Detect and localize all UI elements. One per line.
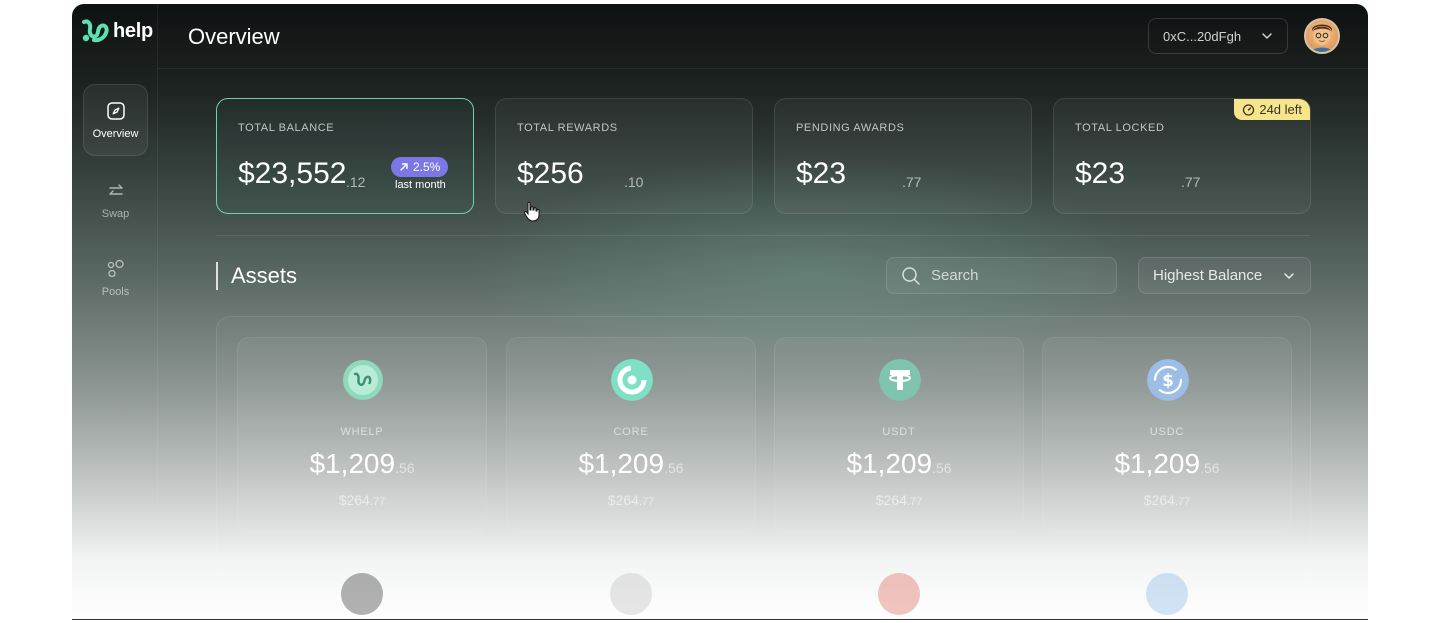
asset-sub-value: $264.77	[238, 492, 486, 508]
stat-card-pending-awards[interactable]: PENDING AWARDS $23 .77	[774, 98, 1032, 214]
stat-cents: .77	[902, 174, 922, 190]
arrow-up-right-icon	[400, 163, 408, 171]
stat-card-total-rewards[interactable]: TOTAL REWARDS $256 .10	[495, 98, 753, 214]
time-left-text: 24d left	[1259, 102, 1302, 117]
asset-value-cents: .56	[395, 460, 415, 476]
avatar-face-icon	[1312, 24, 1332, 52]
compass-icon	[106, 101, 125, 120]
pointer-cursor-icon	[523, 201, 541, 223]
app-window: help Overview Swap Pools Overview 0xC...…	[72, 4, 1368, 620]
swap-arrows-icon	[108, 183, 123, 195]
asset-sub-main: $264	[338, 492, 370, 508]
asset-card-whelp[interactable]: WHELP $1,209.56 $264.77	[237, 337, 487, 533]
asset-sub-cents: .77	[906, 496, 923, 508]
header: Overview 0xC...20dFgh	[158, 4, 1368, 69]
sort-dropdown[interactable]: Highest Balance	[1138, 257, 1311, 294]
asset-value: $1,209.56	[238, 448, 486, 480]
section-divider	[216, 235, 1310, 236]
search-input[interactable]	[931, 267, 1101, 284]
timer-icon	[1243, 104, 1255, 116]
change-caption: last month	[395, 179, 446, 191]
wallet-selector[interactable]: 0xC...20dFgh	[1148, 18, 1288, 54]
whelp-token-icon	[342, 359, 384, 401]
asset-card-usdc[interactable]: $ USDC $1,209.56 $264.77	[1042, 337, 1292, 533]
stat-value: $23	[796, 157, 847, 190]
asset-sub-main: $264	[607, 492, 639, 508]
faded-token-icon	[878, 573, 920, 615]
asset-value-main: $1,209	[1114, 448, 1201, 479]
asset-value-main: $1,209	[846, 448, 933, 479]
asset-card-usdt[interactable]: USDT $1,209.56 $264.77	[774, 337, 1024, 533]
asset-value-cents: .56	[1200, 460, 1220, 476]
time-left-badge: 24d left	[1234, 99, 1310, 120]
asset-sub-cents: .77	[369, 496, 386, 508]
change-badge: 2.5%	[391, 157, 449, 177]
search-box[interactable]	[886, 257, 1117, 294]
asset-sub-value: $264.77	[1043, 492, 1291, 508]
sidebar: help Overview Swap Pools	[72, 4, 158, 620]
stat-label: PENDING AWARDS	[796, 122, 905, 134]
asset-name: USDC	[1149, 426, 1185, 438]
asset-sub-value: $264.77	[507, 492, 755, 508]
sidebar-item-label: Overview	[92, 127, 139, 140]
asset-name: USDT	[882, 426, 916, 438]
asset-value-cents: .56	[932, 460, 952, 476]
stat-card-total-locked[interactable]: TOTAL LOCKED $23 .77 24d left	[1053, 98, 1311, 214]
faded-token-icon	[1146, 573, 1188, 615]
avatar[interactable]	[1304, 18, 1340, 54]
faded-token-icon	[341, 573, 383, 615]
asset-value: $1,209.56	[775, 448, 1023, 480]
asset-sub-main: $264	[1143, 492, 1175, 508]
faded-token-icon	[610, 573, 652, 615]
asset-sub-cents: .77	[1174, 496, 1191, 508]
assets-title: Assets	[231, 263, 298, 288]
asset-value-main: $1,209	[309, 448, 396, 479]
sidebar-item-label: Swap	[101, 207, 130, 220]
asset-name: CORE	[613, 426, 649, 438]
logo-mark-icon	[82, 19, 109, 43]
chevron-down-icon	[1262, 33, 1272, 40]
asset-name: WHELP	[340, 426, 384, 438]
asset-value-cents: .56	[664, 460, 684, 476]
chevron-down-icon	[1284, 272, 1294, 279]
wallet-address: 0xC...20dFgh	[1163, 28, 1242, 44]
svg-text:$: $	[1162, 371, 1174, 391]
pools-bubbles-icon	[107, 259, 124, 277]
asset-value: $1,209.56	[1043, 448, 1291, 480]
sidebar-item-pools[interactable]: Pools	[83, 242, 148, 314]
stat-value: $23,552	[238, 157, 347, 190]
asset-card-core[interactable]: CORE $1,209.56 $264.77	[506, 337, 756, 533]
logo[interactable]: help	[82, 18, 153, 44]
bottom-border	[72, 619, 1368, 620]
stat-cents: .77	[1181, 174, 1201, 190]
change-value: 2.5%	[413, 160, 441, 174]
asset-sub-value: $264.77	[775, 492, 1023, 508]
asset-value: $1,209.56	[507, 448, 755, 480]
assets-panel: WHELP $1,209.56 $264.77 CORE $1,209.56 $…	[216, 316, 1311, 620]
sidebar-item-label: Pools	[101, 285, 130, 298]
stat-label: TOTAL LOCKED	[1075, 122, 1165, 134]
stat-cents: .12	[346, 174, 366, 190]
stat-cents: .10	[624, 174, 644, 190]
stat-label: TOTAL BALANCE	[238, 122, 335, 134]
sort-label: Highest Balance	[1153, 267, 1263, 284]
usdc-token-icon: $	[1147, 359, 1189, 401]
logo-text: help	[113, 19, 153, 42]
stat-label: TOTAL REWARDS	[517, 122, 618, 134]
usdt-token-icon	[879, 359, 921, 401]
asset-value-main: $1,209	[578, 448, 665, 479]
sidebar-item-overview[interactable]: Overview	[83, 84, 148, 156]
page-title: Overview	[188, 24, 280, 49]
asset-sub-cents: .77	[638, 496, 655, 508]
stat-card-total-balance[interactable]: TOTAL BALANCE $23,552 .12 2.5% last mont…	[216, 98, 474, 214]
sidebar-item-swap[interactable]: Swap	[83, 164, 148, 236]
asset-sub-main: $264	[875, 492, 907, 508]
search-icon	[902, 266, 920, 285]
assets-title-bar	[216, 262, 218, 290]
core-token-icon	[611, 359, 653, 401]
stat-value: $256	[517, 157, 584, 190]
stat-value: $23	[1075, 157, 1126, 190]
